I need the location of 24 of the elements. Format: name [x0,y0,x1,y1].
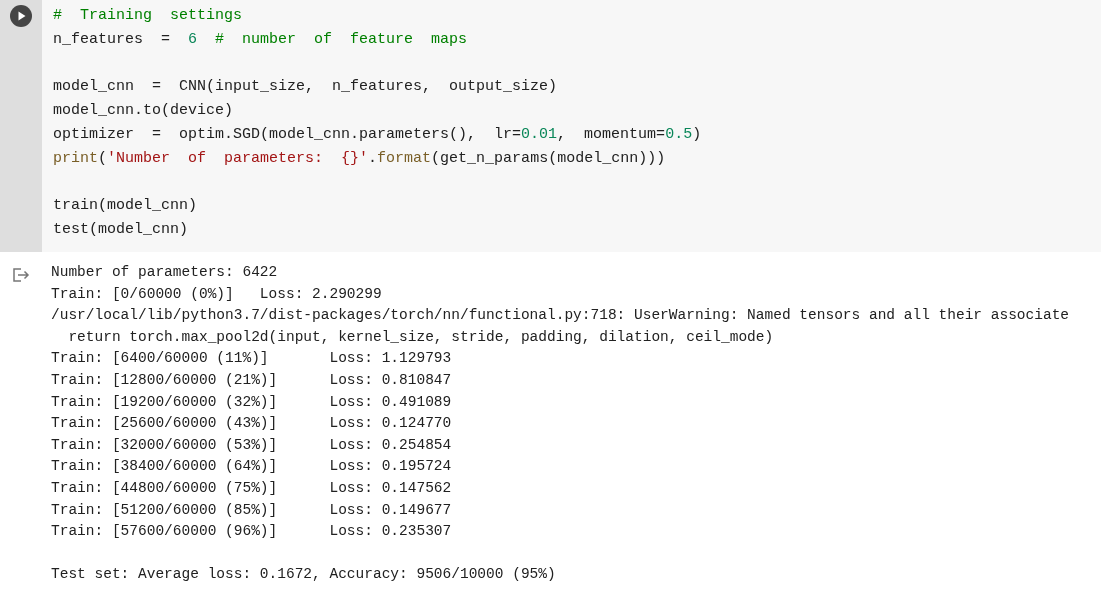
output-line: Train: [12800/60000 (21%)] Loss: 0.810847 [51,370,453,390]
output-line: Train: [32000/60000 (53%)] Loss: 0.254854 [51,435,453,455]
code-line: print('Number of parameters: {}'.format(get_n_params(model_cnn))) [53,148,667,169]
output-line: Train: [25600/60000 (43%)] Loss: 0.124770 [51,414,453,434]
run-button[interactable] [10,5,32,27]
output-line: /usr/local/lib/python3.7/dist-packages/torch/nn/functional.py:718: UserWarning: Named tensors and all their associate [51,306,1070,326]
code-line: model_cnn.to(device) [53,101,235,122]
output-line: Train: [51200/60000 (85%)] Loss: 0.149677 [51,500,453,520]
output-line: Train: [44800/60000 (75%)] Loss: 0.147562 [51,478,453,498]
output-line: Train: [38400/60000 (64%)] Loss: 0.195724 [51,457,453,477]
output-icon[interactable] [12,267,30,283]
code-line: optimizer = optim.SGD(model_cnn.parameters(), lr=0.01, momentum=0.5) [53,125,702,145]
code-line: n_features = 6 # number of feature maps [53,29,469,50]
output-line: Train: [0/60000 (0%)] Loss: 2.290299 [51,284,383,304]
code-line: test(model_cnn) [53,220,190,241]
output-line: Number of parameters: 6422 [51,263,279,282]
output-line: Train: [19200/60000 (32%)] Loss: 0.491089 [51,392,453,412]
code-line: train(model_cnn) [53,196,199,217]
output-line: Train: [6400/60000 (11%)] Loss: 1.129793 [51,349,453,369]
output-line: return torch.max_pool2d(input, kernel_size, stride, padding, dilation, ceil_mode) [67,327,775,347]
code-line: # Training settings [53,6,244,26]
output-line: Train: [57600/60000 (96%)] Loss: 0.235307 [51,522,453,542]
code-line: model_cnn = CNN(input_size, n_features, output_size) [53,77,559,98]
output-line: Test set: Average loss: 0.1672, Accuracy: 9506/10000 (95%) [51,565,557,585]
